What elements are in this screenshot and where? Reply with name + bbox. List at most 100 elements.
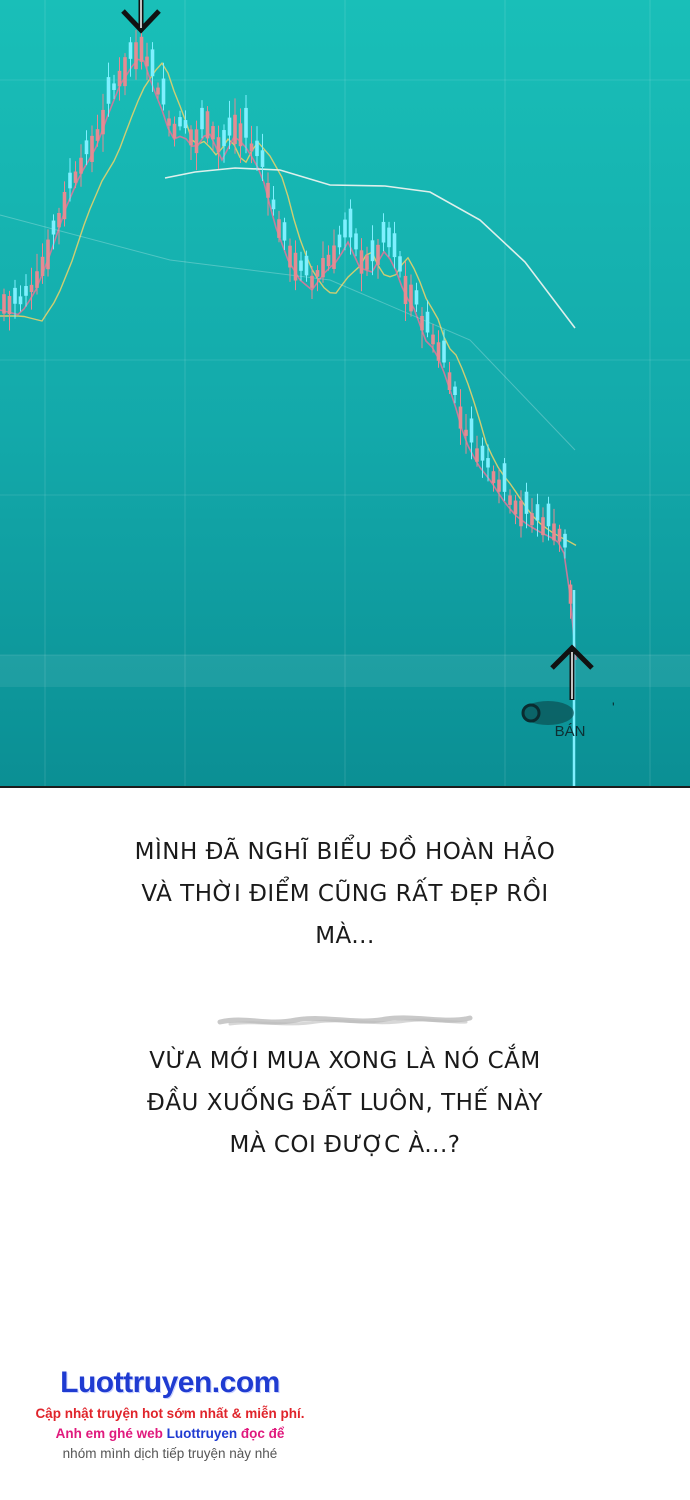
- watermark-line-2-suffix: đọc để: [237, 1426, 285, 1441]
- candle-body: [519, 500, 523, 527]
- candle-body: [557, 528, 562, 542]
- candle-body: [420, 315, 424, 331]
- watermark-line-2-prefix: Anh em ghé web: [55, 1426, 167, 1441]
- candle-body: [183, 120, 188, 129]
- candle-body: [46, 239, 50, 270]
- candle-body: [222, 130, 226, 147]
- candle-body: [321, 258, 325, 278]
- candle-body: [447, 372, 452, 390]
- watermark: Luottruyen.com Cập nhật truyện hot sớm n…: [0, 1362, 340, 1464]
- candle-body: [409, 284, 413, 312]
- candle-body: [370, 240, 375, 262]
- candle-body: [40, 256, 45, 276]
- comic-page: BÁN ' Mình đã nghĩ biểu đồ hoàn hảo và t…: [0, 0, 690, 1500]
- candle-body: [139, 36, 144, 62]
- candle-body: [216, 137, 221, 153]
- candle-body: [403, 275, 408, 305]
- candle-body: [277, 219, 281, 238]
- candle-body: [266, 182, 270, 198]
- speech-line: mà...: [315, 923, 375, 949]
- candle-body: [288, 245, 292, 268]
- candle-body: [200, 107, 204, 130]
- candle-body: [79, 157, 83, 174]
- speech-line: và thời điểm cũng rất đẹp rồi: [141, 881, 549, 907]
- candle-body: [112, 83, 116, 90]
- candle-body: [227, 117, 232, 136]
- candle-body: [51, 220, 56, 235]
- watermark-site[interactable]: Luottruyen.com: [0, 1362, 340, 1404]
- candle-body: [365, 255, 369, 270]
- candle-body: [491, 471, 496, 484]
- candle-body: [167, 118, 171, 126]
- candle-body: [431, 334, 435, 345]
- candle-body: [2, 294, 6, 314]
- candle-body: [244, 107, 248, 138]
- candle-body: [392, 233, 397, 258]
- candle-body: [497, 479, 501, 492]
- candle-body: [238, 123, 243, 147]
- candle-body: [387, 227, 391, 248]
- candle-body: [359, 250, 364, 274]
- candle-body: [29, 284, 34, 293]
- watermark-line-2-site[interactable]: Luottruyen: [167, 1426, 238, 1441]
- candle-body: [145, 56, 149, 67]
- candle-body: [178, 117, 182, 127]
- candle-body: [90, 135, 94, 162]
- candle-body: [84, 140, 89, 155]
- candle-body: [271, 199, 276, 210]
- candle-body: [552, 523, 556, 541]
- candle-body: [304, 255, 309, 276]
- candle-body: [425, 311, 430, 333]
- candle-body: [453, 386, 457, 395]
- candle-body: [535, 504, 540, 521]
- candle-body: [530, 513, 534, 526]
- speech-line: mà coi được à...?: [229, 1132, 461, 1158]
- candle-body: [24, 286, 28, 296]
- candle-body: [123, 57, 127, 87]
- stock-chart-panel: BÁN ': [0, 0, 690, 788]
- speech-bubble-2: Vừa mới mua xong là nó cắm đầu xuống đất…: [60, 1040, 630, 1166]
- candle-body: [211, 126, 215, 140]
- candle-body: [62, 191, 67, 220]
- candle-body: [255, 140, 259, 157]
- candle-body: [326, 254, 331, 267]
- candle-body: [101, 109, 105, 135]
- candle-body: [480, 445, 485, 461]
- candle-body: [282, 222, 287, 241]
- candle-body: [524, 491, 529, 514]
- candle-body: [414, 290, 419, 305]
- watermark-line-2: Anh em ghé web Luottruyen đọc để: [0, 1424, 340, 1444]
- candle-body: [18, 296, 23, 305]
- speech-line: Vừa mới mua xong là nó cắm: [149, 1048, 541, 1074]
- candle-body: [486, 458, 490, 468]
- candle-body: [398, 256, 402, 272]
- candle-body: [381, 221, 386, 243]
- candle-body: [568, 584, 573, 604]
- candle-body: [513, 500, 518, 515]
- candle-body: [156, 87, 160, 95]
- speech-line: Mình đã nghĩ biểu đồ hoàn hảo: [134, 839, 556, 865]
- candle-body: [150, 49, 155, 77]
- candle-body: [161, 78, 166, 105]
- candle-body: [315, 270, 320, 277]
- candle-body: [436, 342, 441, 361]
- candle-body: [172, 123, 177, 139]
- tag-tick: ': [612, 699, 615, 715]
- candle-body: [376, 244, 380, 265]
- candle-body: [194, 129, 199, 154]
- candle-body: [13, 287, 17, 304]
- speech-line: đầu xuống đất luôn, thế này: [147, 1090, 543, 1116]
- candle-body: [348, 208, 353, 238]
- candle-body: [563, 533, 567, 548]
- candle-body: [469, 418, 474, 443]
- candle-body: [106, 77, 111, 104]
- candle-body: [502, 463, 507, 492]
- watermark-line-3: nhóm mình dịch tiếp truyện này nhé: [62, 1446, 278, 1461]
- sell-marker-label: BÁN: [555, 723, 586, 740]
- candle-body: [293, 252, 298, 281]
- candle-body: [260, 150, 265, 167]
- candle-body: [7, 296, 12, 315]
- candle-body: [541, 517, 545, 536]
- candle-body: [117, 70, 122, 87]
- candle-body: [354, 233, 358, 250]
